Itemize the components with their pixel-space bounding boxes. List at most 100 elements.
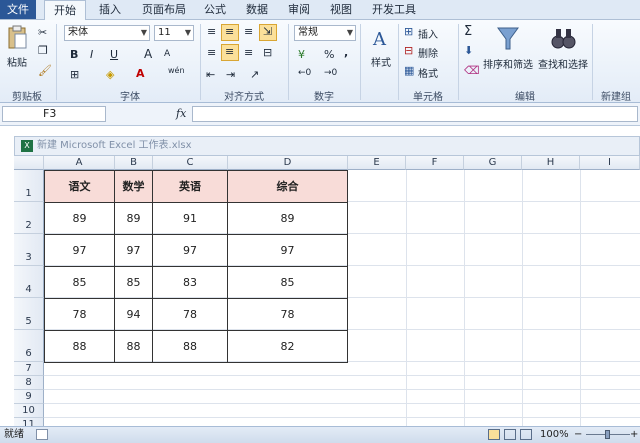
copy-icon[interactable]: ❐ [38, 44, 48, 57]
table-cell[interactable]: 88 [153, 331, 228, 363]
tab-developer[interactable]: 开发工具 [366, 0, 422, 19]
table-cell[interactable]: 94 [115, 299, 153, 331]
underline-button[interactable]: U [110, 48, 118, 61]
row-header[interactable]: 3 [14, 234, 44, 266]
bold-button[interactable]: B [70, 48, 78, 61]
row-header[interactable]: 5 [14, 298, 44, 330]
table-cell[interactable]: 85 [115, 267, 153, 299]
column-header-c[interactable]: C [153, 156, 228, 170]
row-header[interactable]: 10 [14, 404, 44, 418]
tab-page-layout[interactable]: 页面布局 [136, 0, 192, 19]
fill-icon[interactable]: ⬇ [464, 44, 473, 57]
align-middle-button[interactable]: ≡ [221, 24, 239, 41]
table-cell[interactable]: 88 [115, 331, 153, 363]
table-cell[interactable]: 78 [45, 299, 115, 331]
phonetic-button[interactable]: wén [168, 66, 185, 75]
header-cell-math[interactable]: 数学 [115, 171, 153, 203]
row-header[interactable]: 7 [14, 362, 44, 376]
worksheet[interactable]: A B C D E F G H I 1 2 3 4 5 6 7 8 9 10 1… [14, 156, 640, 426]
orientation-icon[interactable]: ↗ [250, 68, 259, 81]
table-cell[interactable]: 97 [115, 235, 153, 267]
format-button[interactable]: 格式 [418, 65, 438, 80]
column-header-f[interactable]: F [406, 156, 464, 170]
tab-data[interactable]: 数据 [240, 0, 274, 19]
wrap-text-button[interactable]: ⇲ [259, 24, 277, 41]
insert-button[interactable]: 插入 [418, 26, 438, 41]
table-cell[interactable]: 78 [228, 299, 348, 331]
column-header-i[interactable]: I [580, 156, 640, 170]
font-color-button[interactable]: A [136, 67, 145, 80]
column-header-g[interactable]: G [464, 156, 522, 170]
table-cell[interactable]: 89 [228, 203, 348, 235]
format-painter-icon[interactable]: 🖌 [38, 64, 52, 77]
align-left-button[interactable]: ≡ [204, 45, 220, 61]
table-cell[interactable]: 97 [228, 235, 348, 267]
row-header[interactable]: 11 [14, 418, 44, 426]
paste-button[interactable]: 粘贴 [4, 24, 30, 76]
row-header[interactable]: 1 [14, 170, 44, 202]
table-cell[interactable]: 89 [115, 203, 153, 235]
macro-record-icon[interactable] [36, 429, 48, 440]
autosum-button[interactable]: Σ [464, 24, 472, 39]
decrease-decimal-icon[interactable]: →0 [324, 68, 337, 78]
row-header[interactable]: 6 [14, 330, 44, 362]
increase-decimal-icon[interactable]: ←0 [298, 68, 311, 78]
merge-center-button[interactable]: ⊟ [259, 45, 277, 61]
align-center-button[interactable]: ≡ [221, 44, 239, 61]
fx-button[interactable]: fx [176, 107, 186, 120]
zoom-out-button[interactable]: − [574, 427, 582, 442]
table-cell[interactable]: 85 [228, 267, 348, 299]
clear-icon[interactable]: ⌫ [464, 64, 480, 77]
header-cell-total[interactable]: 综合 [228, 171, 348, 203]
border-icon[interactable]: ⊞ [70, 68, 79, 81]
tab-home[interactable]: 开始 [44, 0, 86, 21]
table-cell[interactable]: 91 [153, 203, 228, 235]
table-cell[interactable]: 82 [228, 331, 348, 363]
align-top-button[interactable]: ≡ [204, 24, 220, 40]
name-box[interactable]: F3 [2, 106, 106, 122]
column-header-d[interactable]: D [228, 156, 348, 170]
formula-input[interactable] [192, 106, 638, 122]
row-header[interactable]: 9 [14, 390, 44, 404]
table-cell[interactable]: 97 [45, 235, 115, 267]
row-header[interactable]: 2 [14, 202, 44, 234]
page-break-view-icon[interactable] [520, 429, 532, 440]
grow-font-button[interactable]: A [144, 47, 152, 61]
find-select-button[interactable]: 查找和选择 [536, 24, 590, 84]
tab-view[interactable]: 视图 [324, 0, 358, 19]
table-cell[interactable]: 83 [153, 267, 228, 299]
column-header-a[interactable]: A [44, 156, 115, 170]
styles-button[interactable]: A 样式 [366, 24, 396, 84]
column-header-h[interactable]: H [522, 156, 580, 170]
comma-button[interactable]: , [344, 46, 348, 59]
cut-icon[interactable]: ✂ [38, 26, 47, 39]
row-header[interactable]: 8 [14, 376, 44, 390]
table-cell[interactable]: 89 [45, 203, 115, 235]
header-cell-english[interactable]: 英语 [153, 171, 228, 203]
column-header-e[interactable]: E [348, 156, 406, 170]
zoom-slider-thumb[interactable] [605, 430, 610, 439]
zoom-level[interactable]: 100% [540, 427, 569, 442]
font-size-combo[interactable]: 11 ▼ [154, 25, 194, 41]
column-header-b[interactable]: B [115, 156, 153, 170]
tab-formulas[interactable]: 公式 [198, 0, 232, 19]
align-bottom-button[interactable]: ≡ [241, 24, 257, 40]
shrink-font-button[interactable]: A [164, 49, 170, 59]
currency-icon[interactable]: ¥ [298, 48, 305, 61]
percent-button[interactable]: % [324, 48, 334, 61]
select-all-corner[interactable] [14, 156, 44, 170]
page-layout-view-icon[interactable] [504, 429, 516, 440]
delete-button[interactable]: 删除 [418, 45, 438, 60]
italic-button[interactable]: I [90, 48, 93, 61]
normal-view-icon[interactable] [488, 429, 500, 440]
tab-insert[interactable]: 插入 [92, 0, 128, 19]
align-right-button[interactable]: ≡ [241, 45, 257, 61]
table-cell[interactable]: 85 [45, 267, 115, 299]
table-cell[interactable]: 97 [153, 235, 228, 267]
header-cell-chinese[interactable]: 语文 [45, 171, 115, 203]
number-format-combo[interactable]: 常规 ▼ [294, 25, 356, 41]
table-cell[interactable]: 78 [153, 299, 228, 331]
increase-indent-icon[interactable]: ⇥ [226, 68, 235, 81]
sort-filter-button[interactable]: 排序和筛选 [482, 24, 534, 84]
tab-review[interactable]: 审阅 [282, 0, 316, 19]
